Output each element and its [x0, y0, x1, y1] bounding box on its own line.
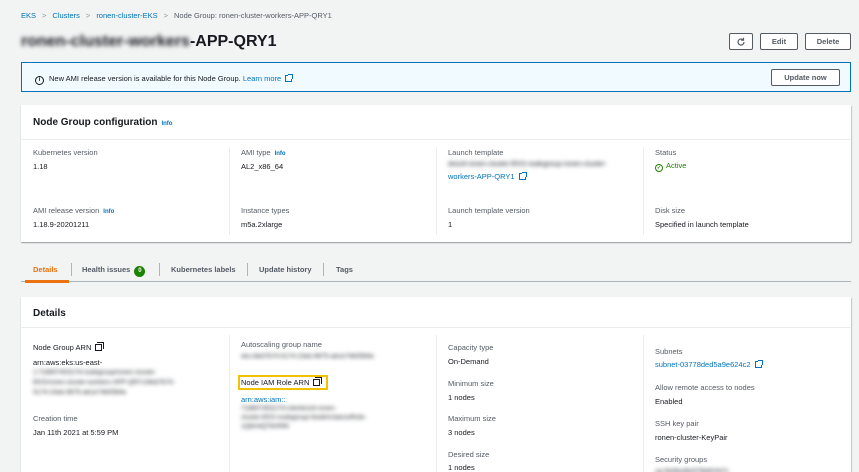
tab-tags[interactable]: Tags [336, 265, 353, 274]
tab-bar: Details Health issues 0 Kubernetes labels… [21, 258, 851, 283]
page-title-redacted: ronen-cluster-workers [21, 33, 190, 50]
config-info-link[interactable]: Info [161, 121, 172, 127]
chevron-right-icon: > [163, 11, 168, 20]
breadcrumb-cluster[interactable]: ronen-cluster-EKS [96, 11, 157, 20]
ami-release-label: AMI release version Info [33, 206, 115, 215]
node-iam-role-redacted: cluster-EKS-nodegroup-NodeInstanceRole- [241, 414, 367, 421]
ami-release-info-link[interactable]: Info [103, 209, 114, 215]
creation-time-value: Jan 11th 2021 at 5:59 PM [33, 428, 119, 437]
external-link-icon [754, 360, 763, 368]
min-size-label: Minimum size [448, 379, 494, 388]
tab-health-issues[interactable]: Health issues 0 [82, 265, 146, 277]
ssh-key-value: ronen-cluster-KeyPair [655, 433, 728, 442]
banner-text: New AMI release version is available for… [49, 74, 241, 83]
security-groups-label: Security groups [655, 455, 708, 464]
remote-access-value: Enabled [655, 397, 683, 406]
node-group-arn-value: arn:aws:eks:us-east- [33, 358, 103, 367]
column-divider [643, 335, 644, 472]
launch-template-value-redacted: eksctl-ronen-cluster-EKS-nodegroup-ronen… [448, 161, 607, 168]
node-iam-role-redacted: 1Q6A4QT6ARW [241, 423, 289, 430]
page-title-suffix: -APP-QRY1 [189, 33, 277, 50]
breadcrumb-clusters[interactable]: Clusters [52, 11, 80, 20]
remote-access-label: Allow remote access to nodes [655, 383, 755, 392]
ami-release-value: 1.18.9-20201211 [33, 220, 90, 229]
node-iam-role-link[interactable]: arn:aws:iam:: [241, 395, 286, 404]
launch-template-label: Launch template [448, 148, 504, 157]
page-title: ronen-cluster-workers-APP-QRY1 [21, 33, 276, 51]
ami-type-info-link[interactable]: Info [275, 151, 286, 157]
ami-type-label: AMI type Info [241, 148, 286, 157]
tab-separator [71, 263, 72, 276]
copy-icon[interactable] [95, 342, 105, 351]
column-divider [643, 147, 644, 235]
learn-more-link[interactable]: Learn more [243, 74, 281, 83]
launch-template-version-label: Launch template version [448, 206, 530, 215]
column-divider [436, 147, 437, 235]
breadcrumb: EKS > Clusters > ronen-cluster-EKS > Node Grou… [21, 11, 332, 20]
instance-types-value: m5a.2xlarge [241, 220, 283, 229]
info-icon: i [35, 76, 44, 85]
external-link-icon [285, 74, 294, 82]
divider [21, 139, 851, 140]
node-group-arn-label: Node Group ARN [33, 342, 105, 352]
node-group-config-card: Node Group configuration Info Kubernetes … [21, 105, 851, 242]
external-link-icon [518, 172, 527, 180]
asg-name-redacted[interactable]: eks-8eb7b74-5174-23eb-9675-ab1e74b0584e [241, 353, 374, 360]
kubernetes-version-value: 1.18 [33, 162, 48, 171]
status-label: Status [655, 148, 677, 157]
node-group-arn-redacted: EKS/ronen-cluster-workers-APP-QRY1/8eb7b… [33, 379, 175, 386]
column-divider [229, 147, 230, 235]
disk-size-label: Disk size [655, 206, 686, 215]
check-circle-icon: ✓ [655, 164, 663, 172]
max-size-value: 3 nodes [448, 428, 475, 437]
annotation-highlight-box [238, 375, 328, 390]
update-now-button[interactable]: Update now [771, 69, 840, 86]
node-iam-role-redacted: 718807403174:role/eksctl-ronen- [241, 405, 337, 412]
security-groups-redacted[interactable]: sg-0b46ed6e576b602b7c [655, 468, 729, 472]
chevron-right-icon: > [42, 11, 47, 20]
edit-button[interactable]: Edit [760, 33, 798, 50]
details-heading: Details [33, 308, 66, 319]
node-group-arn-redacted: 1:718807403174:nodegroup/ronen-cluster- [33, 369, 157, 376]
config-heading: Node Group configuration Info [33, 117, 173, 128]
ami-type-value: AL2_x86_64 [241, 162, 284, 171]
tab-update-history[interactable]: Update history [259, 265, 312, 274]
chevron-right-icon: > [85, 11, 91, 20]
asg-name-label: Autoscaling group name [241, 340, 322, 349]
launch-template-link[interactable]: workers-APP-QRY1 [448, 172, 515, 181]
refresh-button[interactable] [729, 33, 753, 50]
tab-kubernetes-labels[interactable]: Kubernetes labels [171, 265, 236, 274]
column-divider [229, 335, 230, 472]
tab-separator [323, 263, 324, 276]
details-card: Details Node Group ARN arn:aws:eks:us-ea… [21, 297, 851, 472]
kubernetes-version-label: Kubernetes version [33, 148, 98, 157]
status-badge: ✓ Active [655, 161, 687, 172]
min-size-value: 1 nodes [448, 393, 475, 402]
tab-details[interactable]: Details [25, 265, 69, 283]
disk-size-value: Specified in launch template [655, 220, 749, 229]
tab-separator [159, 263, 160, 276]
launch-template-version-value: 1 [448, 220, 453, 229]
desired-size-value: 1 nodes [448, 463, 475, 472]
column-divider [436, 335, 437, 472]
subnets-label: Subnets [655, 347, 683, 356]
subnet-link[interactable]: subnet-03778ded5a9e624c2 [655, 360, 751, 369]
refresh-icon [737, 37, 745, 46]
capacity-type-label: Capacity type [448, 343, 494, 352]
breadcrumb-current: Node Group: ronen-cluster-workers-APP-QR… [173, 11, 332, 20]
instance-types-label: Instance types [241, 206, 290, 215]
node-group-arn-redacted: 5174-23eb-9675-ab1e74b0584e [33, 389, 127, 396]
ssh-key-label: SSH key pair [655, 419, 699, 428]
breadcrumb-eks[interactable]: EKS [21, 11, 36, 20]
active-tab-indicator [25, 280, 69, 283]
ami-update-banner: i New AMI release version is available fo… [21, 62, 851, 92]
delete-button[interactable]: Delete [805, 33, 851, 50]
divider [21, 327, 851, 328]
capacity-type-value: On-Demand [448, 357, 489, 366]
creation-time-label: Creation time [33, 414, 78, 423]
health-count-badge: 0 [134, 266, 146, 277]
desired-size-label: Desired size [448, 450, 490, 459]
max-size-label: Maximum size [448, 414, 496, 423]
tab-separator [247, 263, 248, 276]
